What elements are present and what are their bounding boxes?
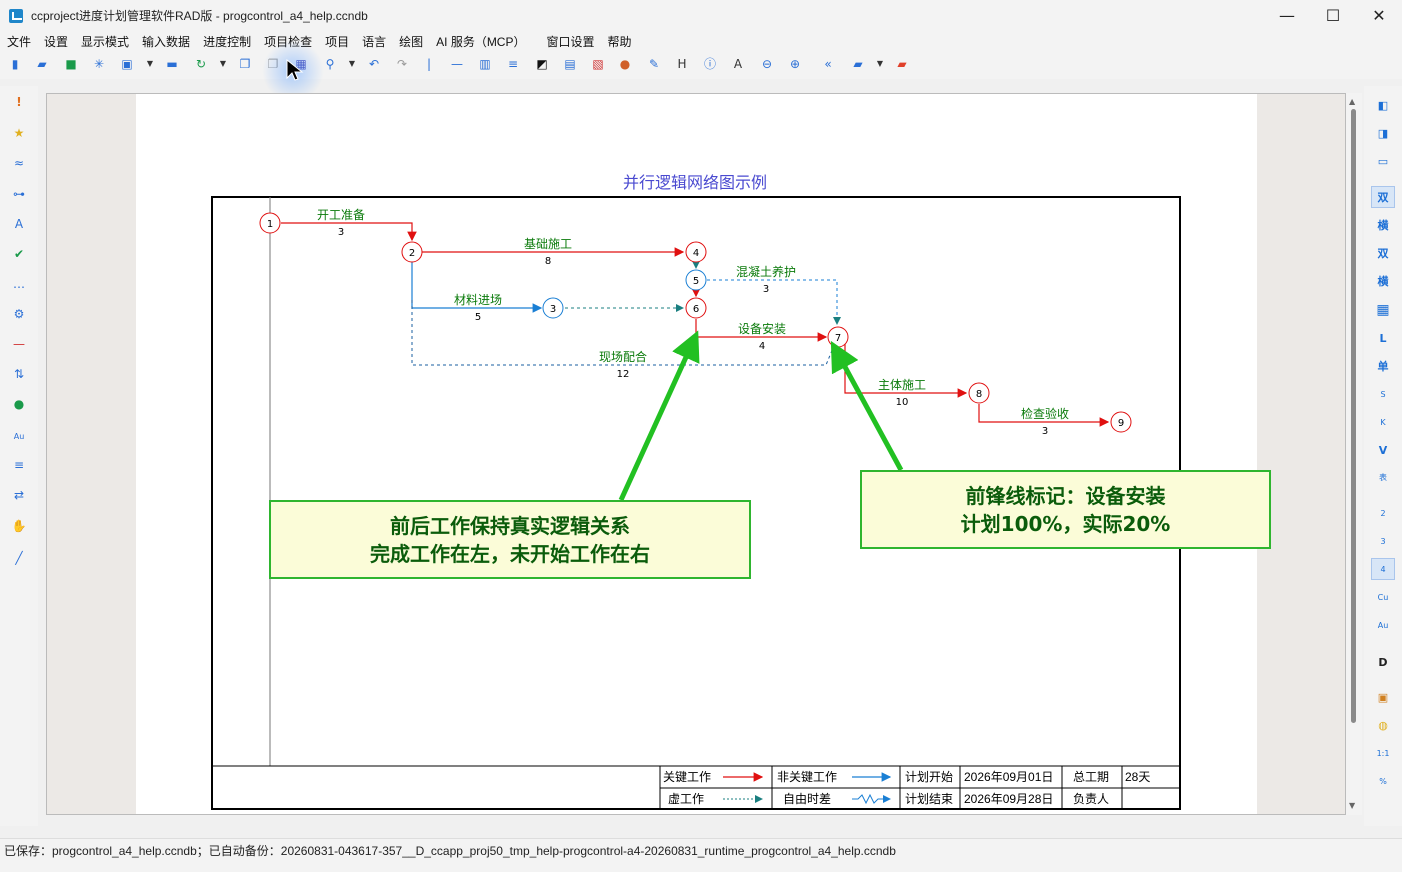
callout-right-line2: 计划100%，实际20% (960, 511, 1171, 536)
callout-pointer-left (618, 330, 700, 502)
activity-duration: 5 (475, 312, 481, 323)
legend-plan-end-label: 计划结束 (905, 792, 953, 806)
callout-pointer-right (830, 340, 904, 472)
node-3[interactable]: 3 (542, 297, 564, 319)
network-diagram: 并行逻辑网络图示例 1 2 3 4 5 6 7 8 9 开工准备 3 基础施工 … (211, 173, 1181, 810)
activity-label: 混凝土养护 (736, 264, 796, 279)
activity-label: 现场配合 (599, 349, 647, 364)
activity-duration: 4 (759, 341, 765, 352)
activity-label: 主体施工 (878, 378, 926, 392)
activity-label: 设备安装 (738, 321, 786, 336)
node-5[interactable]: 5 (685, 269, 707, 291)
node-8[interactable]: 8 (968, 382, 990, 404)
status-text: 已保存：progcontrol_a4_help.ccndb；已自动备份：2026… (4, 844, 896, 858)
legend-dummy-label: 虚工作 (668, 792, 704, 806)
callout-left: 前后工作保持真实逻辑关系 完成工作在左，未开始工作在右 (269, 500, 751, 579)
activity-duration: 8 (545, 256, 551, 267)
svg-text:1: 1 (267, 219, 273, 230)
activity-duration: 10 (896, 397, 909, 408)
node-6[interactable]: 6 (685, 297, 707, 319)
activity-duration: 12 (617, 369, 630, 380)
svg-text:3: 3 (550, 304, 556, 315)
callout-left-line1: 前后工作保持真实逻辑关系 (390, 513, 630, 538)
legend-critical-label: 关键工作 (663, 770, 711, 784)
legend-float-arrow (852, 793, 891, 805)
activity-duration: 3 (338, 227, 344, 238)
activity-label: 基础施工 (524, 237, 572, 251)
svg-text:5: 5 (693, 276, 699, 287)
arrow-5-7 (707, 279, 841, 325)
legend-noncritical-label: 非关键工作 (777, 770, 837, 784)
callout-right-line1: 前锋线标记：设备安装 (965, 483, 1166, 508)
activity-duration: 3 (763, 284, 769, 295)
legend-plan-start-label: 计划开始 (905, 770, 953, 784)
legend-float-label: 自由时差 (783, 792, 831, 806)
node-9[interactable]: 9 (1110, 411, 1132, 433)
callout-right: 前锋线标记：设备安装 计划100%，实际20% (860, 470, 1271, 549)
svg-text:2: 2 (409, 248, 415, 259)
diagram-title: 并行逻辑网络图示例 (623, 173, 767, 192)
svg-text:8: 8 (976, 389, 982, 400)
legend-duration: 28天 (1125, 770, 1150, 784)
arrow-1-2 (281, 222, 417, 242)
node-7[interactable]: 7 (827, 326, 849, 348)
status-bar: 已保存：progcontrol_a4_help.ccndb；已自动备份：2026… (0, 838, 1402, 872)
node-1[interactable]: 1 (259, 212, 281, 234)
callout-left-line2: 完成工作在左，未开始工作在右 (370, 541, 650, 566)
activity-label: 开工准备 (317, 208, 365, 222)
activity-label: 材料进场 (454, 293, 502, 307)
activity-duration: 3 (1042, 426, 1048, 437)
svg-text:9: 9 (1118, 418, 1124, 429)
legend-owner-label: 负责人 (1073, 792, 1109, 806)
legend-plan-end: 2026年09月28日 (964, 792, 1053, 806)
node-4[interactable]: 4 (685, 241, 707, 263)
activity-label: 检查验收 (1021, 406, 1069, 421)
svg-text:4: 4 (693, 248, 699, 259)
legend-plan-start: 2026年09月01日 (964, 770, 1053, 784)
legend-duration-label: 总工期 (1073, 770, 1109, 784)
svg-text:6: 6 (693, 304, 699, 315)
svg-text:7: 7 (835, 333, 841, 344)
node-2[interactable]: 2 (401, 241, 423, 263)
